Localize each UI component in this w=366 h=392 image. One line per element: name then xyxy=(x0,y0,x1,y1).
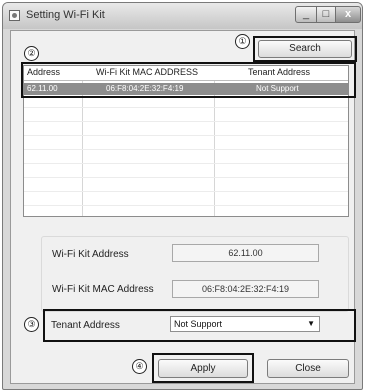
grid-line xyxy=(24,121,348,122)
close-window-button[interactable]: x xyxy=(335,6,361,23)
window-icon xyxy=(9,10,20,21)
grid-line xyxy=(24,135,348,136)
wifi-kit-address-field: 62.11.00 xyxy=(172,244,319,262)
callout-marker-2: ② xyxy=(24,46,39,61)
apply-button[interactable]: Apply xyxy=(158,359,248,378)
maximize-button[interactable]: □ xyxy=(316,6,336,23)
grid-line xyxy=(24,177,348,178)
wifi-kit-address-label: Wi-Fi Kit Address xyxy=(52,249,129,260)
grid-line xyxy=(24,205,348,206)
callout-box-list xyxy=(21,62,356,98)
close-icon: x xyxy=(344,8,352,20)
search-button[interactable]: Search xyxy=(258,40,352,58)
callout-marker-4: ④ xyxy=(132,359,147,374)
grid-line xyxy=(24,107,348,108)
tenant-address-label: Tenant Address xyxy=(51,320,120,331)
window-title: Setting Wi-Fi Kit xyxy=(26,9,105,21)
chevron-down-icon: ▼ xyxy=(307,319,315,328)
callout-marker-1: ① xyxy=(235,34,250,49)
grid-line xyxy=(24,149,348,150)
minimize-icon: _ xyxy=(302,8,310,20)
minimize-button[interactable]: _ xyxy=(295,6,317,23)
wifi-kit-mac-field: 06:F8:04:2E:32:F4:19 xyxy=(172,280,319,298)
grid-line xyxy=(24,191,348,192)
close-button[interactable]: Close xyxy=(267,359,349,378)
wifi-kit-mac-label: Wi-Fi Kit MAC Address xyxy=(52,284,154,295)
tenant-address-value: Not Support xyxy=(174,319,223,329)
grid-line xyxy=(24,163,348,164)
maximize-icon: □ xyxy=(322,8,330,20)
tenant-address-select[interactable]: Not Support ▼ xyxy=(170,316,320,332)
title-bar[interactable]: Setting Wi-Fi Kit _ □ x xyxy=(3,3,362,29)
callout-marker-3: ③ xyxy=(24,317,39,332)
